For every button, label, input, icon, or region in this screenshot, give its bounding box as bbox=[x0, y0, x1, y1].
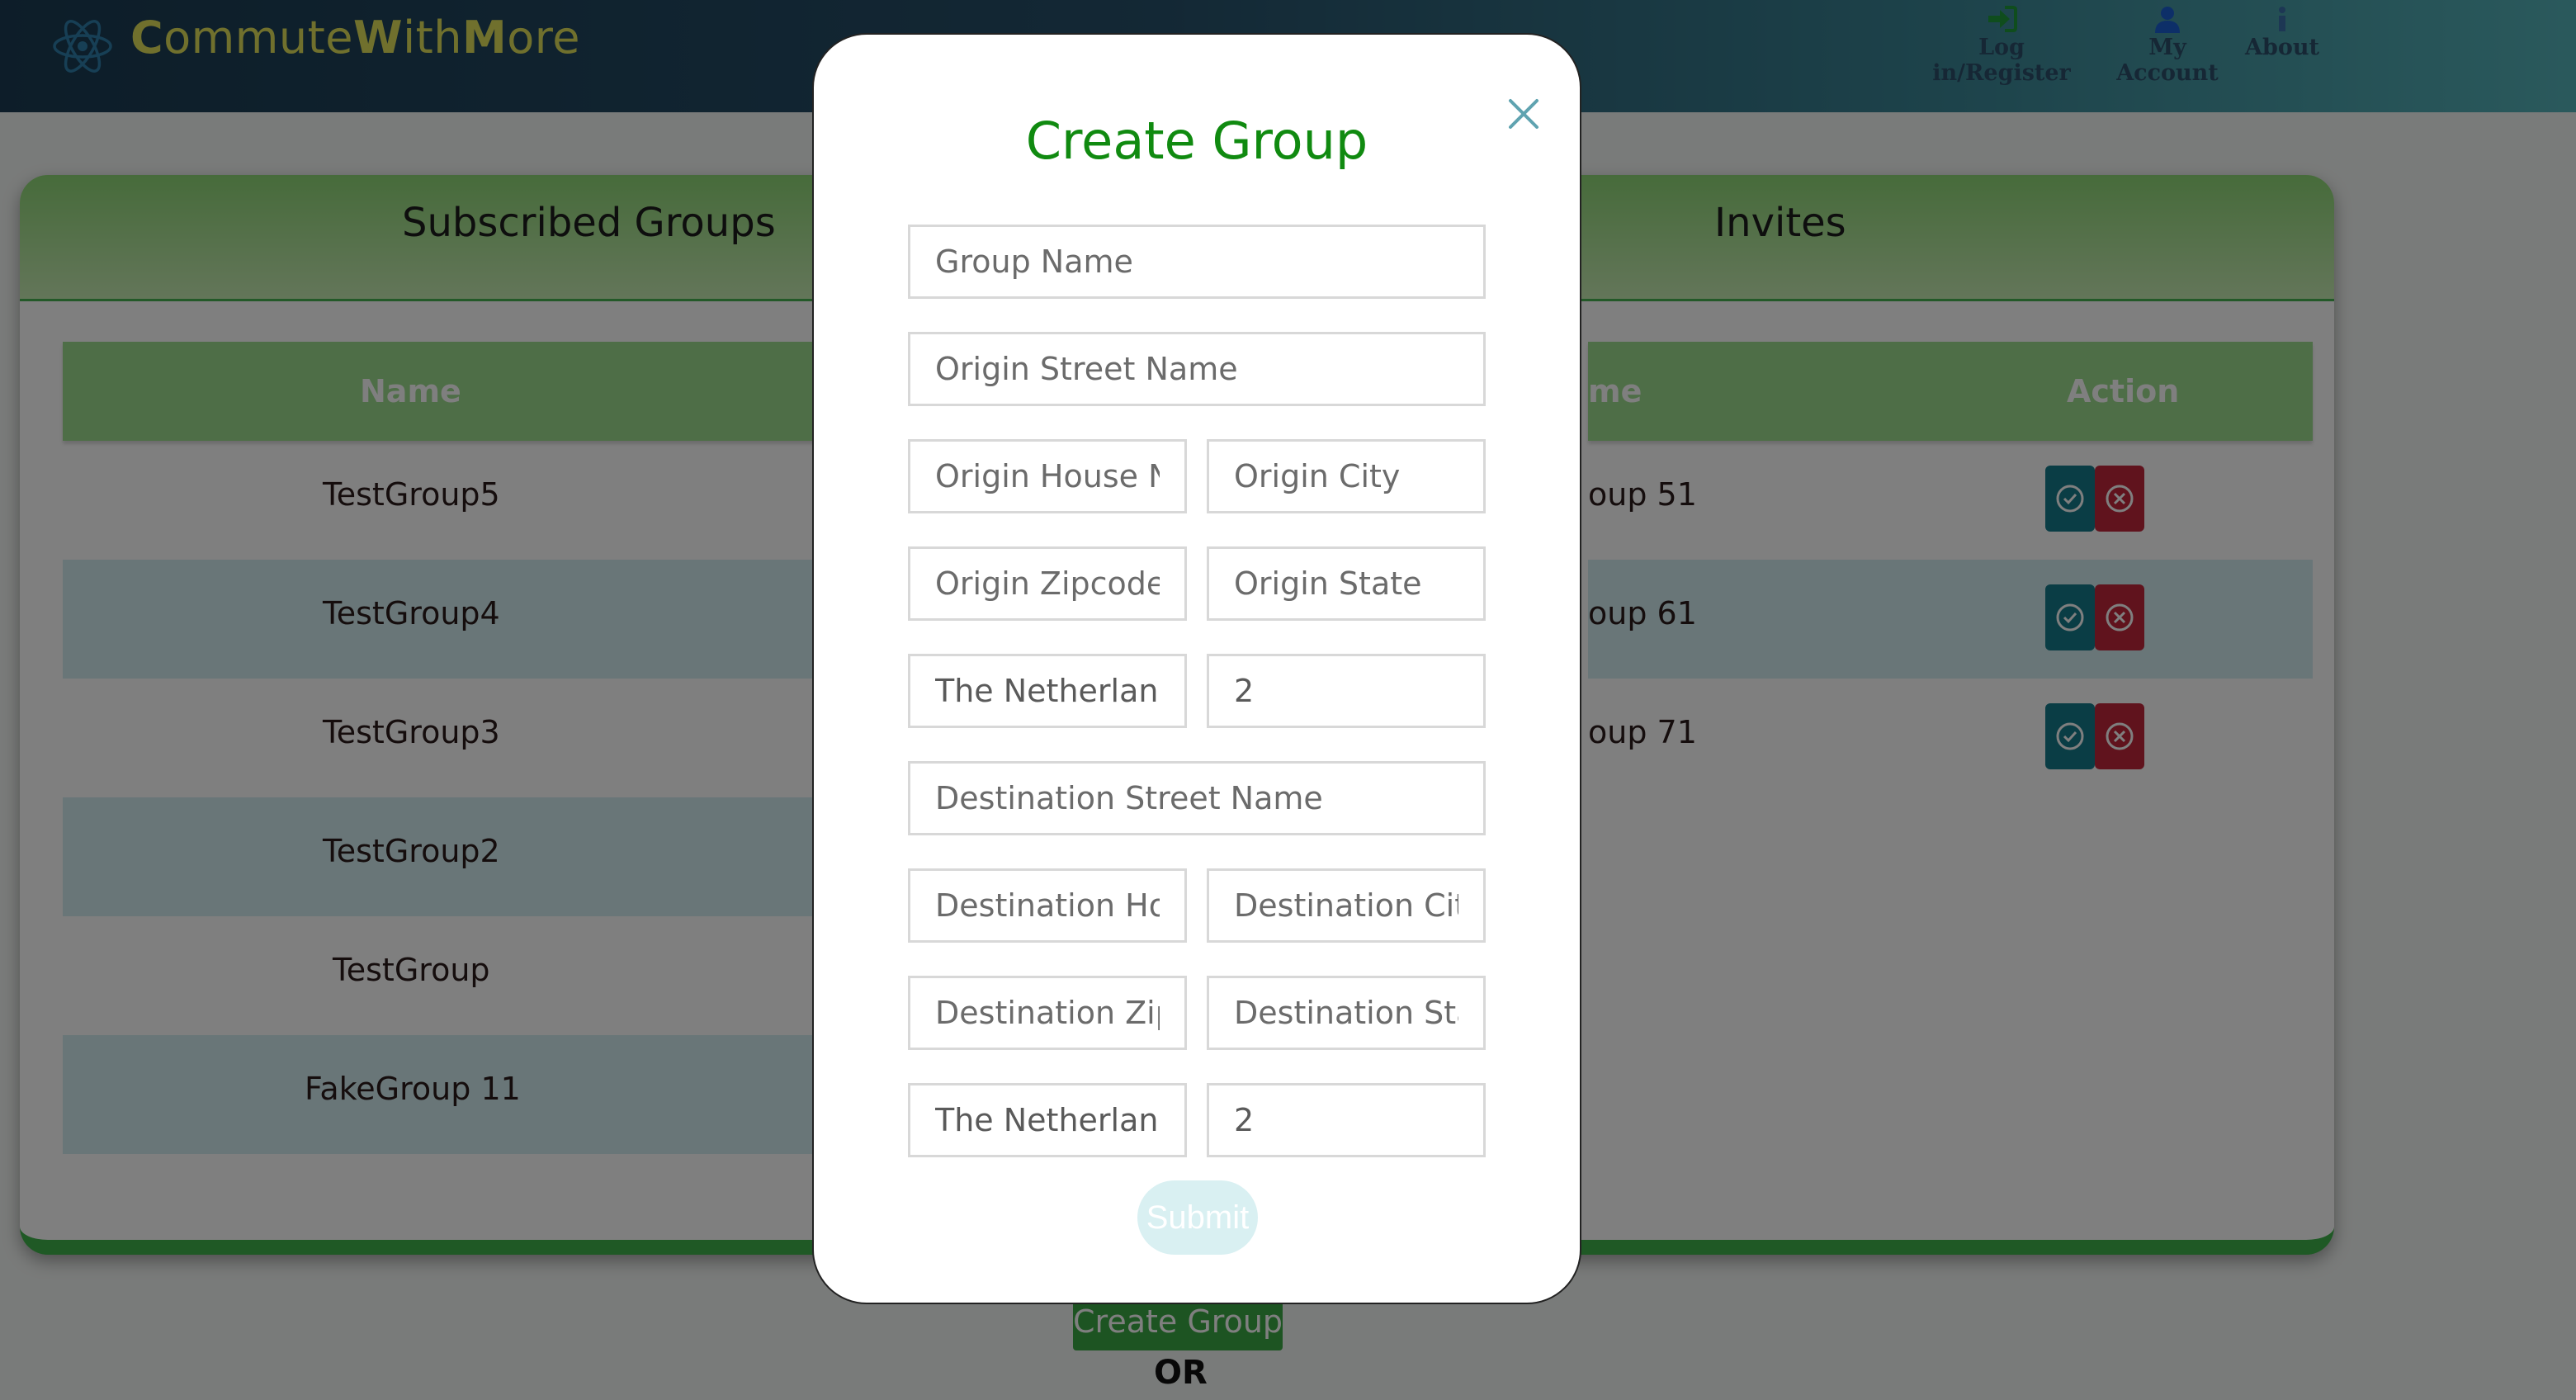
destination-street-input[interactable] bbox=[908, 761, 1486, 835]
modal-title: Create Group bbox=[1025, 111, 1368, 171]
destination-number-input[interactable] bbox=[1207, 1083, 1486, 1157]
destination-house-number-input[interactable] bbox=[908, 868, 1187, 943]
group-name-input[interactable] bbox=[908, 225, 1486, 299]
close-icon[interactable] bbox=[1502, 92, 1545, 135]
origin-zipcode-input[interactable] bbox=[908, 546, 1187, 621]
origin-house-number-input[interactable] bbox=[908, 439, 1187, 513]
destination-zipcode-input[interactable] bbox=[908, 976, 1187, 1050]
origin-street-input[interactable] bbox=[908, 332, 1486, 406]
origin-number-input[interactable] bbox=[1207, 654, 1486, 728]
destination-state-input[interactable] bbox=[1207, 976, 1486, 1050]
origin-state-input[interactable] bbox=[1207, 546, 1486, 621]
origin-city-input[interactable] bbox=[1207, 439, 1486, 513]
destination-city-input[interactable] bbox=[1207, 868, 1486, 943]
create-group-modal: Create Group Submit bbox=[812, 33, 1581, 1304]
origin-country-input[interactable] bbox=[908, 654, 1187, 728]
submit-button[interactable]: Submit bbox=[1137, 1180, 1258, 1255]
destination-country-input[interactable] bbox=[908, 1083, 1187, 1157]
